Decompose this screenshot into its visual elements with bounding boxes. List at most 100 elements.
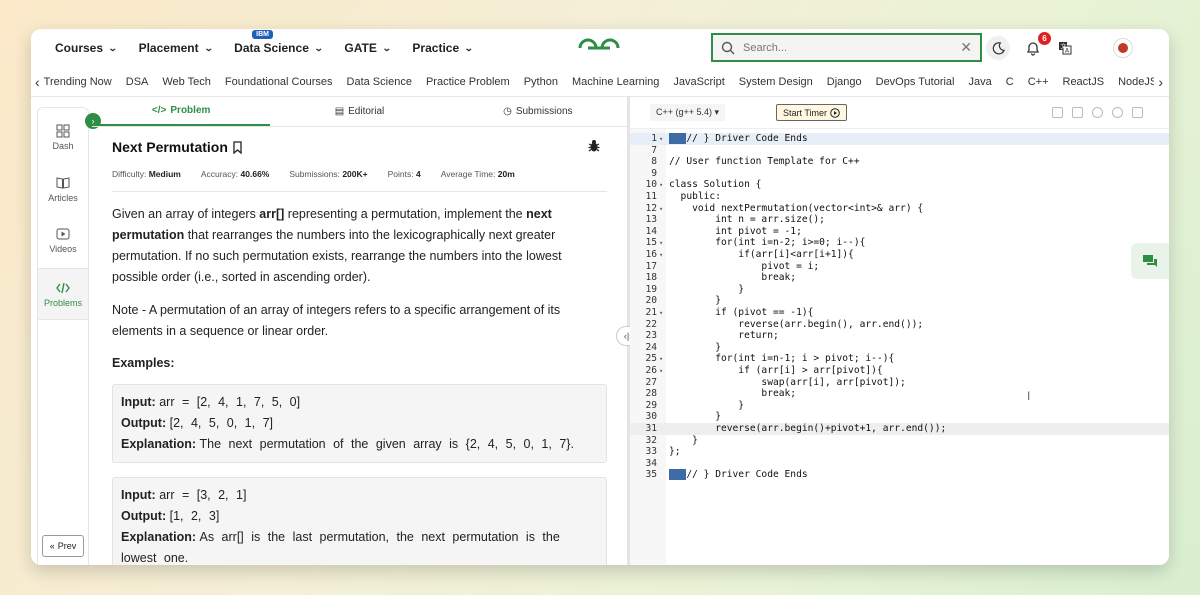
topic-link[interactable]: NodeJS	[1118, 76, 1157, 88]
topic-link[interactable]: Practice Problem	[426, 76, 510, 88]
example-box: Input: arr = [3, 2, 1] Output: [1, 2, 3] E…	[112, 477, 607, 565]
clock-icon: ◷	[503, 106, 512, 117]
chevron-down-icon: ⌄	[313, 42, 324, 53]
difficulty: Difficulty: Medium	[112, 169, 181, 179]
start-timer-button[interactable]: Start Timer	[776, 104, 847, 121]
code-text: }	[669, 295, 721, 307]
tab-submissions[interactable]: ◷ Submissions	[449, 97, 627, 126]
reset-icon[interactable]	[1112, 107, 1123, 118]
example-input: Input: arr = [2, 4, 1, 7, 5, 0]	[121, 395, 301, 409]
clear-search-icon[interactable]: ✕	[960, 39, 972, 56]
folded-region-icon[interactable]: ...	[669, 133, 687, 144]
line-number: 15	[645, 237, 657, 249]
search-input[interactable]	[743, 41, 961, 54]
problem-description: Given an array of integers arr[] represe…	[112, 207, 562, 284]
file-icon[interactable]	[1072, 107, 1083, 118]
code-text: swap(arr[i], arr[pivot]);	[669, 376, 906, 388]
translate-button[interactable]: 文A	[1053, 36, 1077, 60]
copy-icon[interactable]	[1052, 107, 1063, 118]
chevron-down-icon: ⌄	[463, 42, 474, 53]
topic-link[interactable]: Machine Learning	[572, 76, 659, 88]
topic-link[interactable]: C++	[1028, 76, 1049, 88]
code-line: 7	[630, 145, 1169, 157]
scroll-right-icon[interactable]: ›	[1154, 74, 1163, 90]
text-cursor-icon: I	[1027, 389, 1031, 403]
code-line: 9	[630, 168, 1169, 180]
sidebar-item-problems[interactable]: Problems	[38, 268, 88, 320]
language-select[interactable]: C++ (g++ 5.4) ▾	[650, 104, 726, 121]
line-number: 32	[645, 434, 657, 446]
menu-placement[interactable]: Placement ⌄	[139, 41, 214, 55]
search-bar[interactable]: ✕	[711, 33, 982, 62]
settings-icon[interactable]	[1092, 107, 1103, 118]
gfg-logo[interactable]	[576, 36, 622, 60]
topic-link[interactable]: Foundational Courses	[225, 76, 333, 88]
bookmark-icon[interactable]	[232, 140, 243, 154]
left-sidebar: Dash Articles Videos Problems	[37, 107, 89, 565]
folded-region-icon[interactable]: ...	[669, 469, 687, 481]
line-number: 14	[645, 225, 657, 237]
topic-link[interactable]: Python	[524, 76, 558, 88]
code-text: reverse(arr.begin(), arr.end());	[669, 318, 924, 330]
line-number: 27	[645, 376, 657, 388]
chat-button[interactable]	[1131, 243, 1169, 279]
code-text: ...// } Driver Code Ends	[669, 469, 808, 481]
topic-link[interactable]: DevOps Tutorial	[876, 76, 955, 88]
example-input: Input: arr = [3, 2, 1]	[121, 488, 247, 502]
dark-mode-toggle[interactable]	[986, 36, 1010, 60]
topic-link[interactable]: Java	[969, 76, 992, 88]
moon-icon	[992, 41, 1005, 54]
topic-link[interactable]: Django	[827, 76, 862, 88]
report-bug-icon[interactable]	[587, 139, 601, 153]
code-line: 23 return;	[630, 330, 1169, 342]
problem-pane: </> Problem ▤ Editorial ◷ Submissions Next …	[92, 97, 627, 565]
code-text: reverse(arr.begin()+pivot+1, arr.end());	[669, 423, 947, 434]
translate-icon: 文A	[1059, 42, 1072, 55]
sidebar-item-dash[interactable]: Dash	[38, 124, 88, 151]
code-text: pivot = i;	[669, 260, 820, 272]
sidebar-item-label: Dash	[52, 141, 74, 151]
topic-link[interactable]: DSA	[126, 76, 149, 88]
menu-gate[interactable]: GATE ⌄	[344, 41, 391, 55]
topic-link[interactable]: Data Science	[347, 76, 412, 88]
topic-link[interactable]: C	[1006, 76, 1014, 88]
prev-button[interactable]: « Prev	[42, 535, 84, 557]
sidebar-item-articles[interactable]: Articles	[38, 176, 88, 203]
browser-window: Courses ⌄ Placement ⌄ IBM Data Science ⌄ GATE ⌄ P…	[31, 29, 1169, 565]
example-explanation: Explanation: As arr[] is the last permut…	[121, 530, 560, 565]
code-text: int pivot = -1;	[669, 225, 802, 237]
chat-icon	[1143, 255, 1157, 267]
chevron-down-icon: ⌄	[107, 42, 118, 53]
search-icon	[721, 41, 735, 54]
code-text: }	[669, 283, 745, 295]
code-text: return;	[669, 330, 779, 342]
topic-link[interactable]: Trending Now	[44, 76, 112, 88]
code-area[interactable]: 1 ▾ ...// } Driver Code Ends 7 8 // User func…	[630, 129, 1169, 565]
problem-title: Next Permutation	[112, 139, 228, 155]
code-line: 11 public:	[630, 191, 1169, 203]
line-number: 12	[645, 202, 657, 214]
tab-editorial[interactable]: ▤ Editorial	[270, 97, 448, 126]
topic-link[interactable]: Web Tech	[162, 76, 211, 88]
code-line: 21 ▾ if (pivot == -1){	[630, 307, 1169, 319]
sidebar-item-label: Problems	[43, 297, 82, 308]
example-box: Input: arr = [2, 4, 1, 7, 5, 0] Output: […	[112, 384, 607, 463]
code-line: 10 ▾ class Solution {	[630, 179, 1169, 191]
code-line: 31 reverse(arr.begin()+pivot+1, arr.end(…	[630, 423, 1169, 435]
topic-link[interactable]: JavaScript	[673, 76, 724, 88]
tab-problem[interactable]: </> Problem	[92, 97, 271, 126]
sidebar-item-videos[interactable]: Videos	[38, 227, 88, 254]
scroll-left-icon[interactable]: ‹	[35, 74, 40, 90]
topic-link[interactable]: ReactJS	[1063, 76, 1105, 88]
topic-link[interactable]: System Design	[739, 76, 813, 88]
line-number: 21	[645, 307, 657, 318]
notifications-button[interactable]: 6	[1021, 32, 1051, 60]
menu-practice[interactable]: Practice ⌄	[412, 41, 474, 55]
menu-courses[interactable]: Courses ⌄	[55, 41, 118, 55]
menu-label: Data Science	[234, 41, 309, 55]
user-avatar[interactable]	[1113, 38, 1133, 58]
example-output: Output: [1, 2, 3]	[121, 509, 220, 523]
ibm-badge: IBM	[252, 30, 273, 39]
fullscreen-icon[interactable]	[1132, 107, 1143, 118]
menu-data-science[interactable]: IBM Data Science ⌄	[234, 30, 324, 55]
